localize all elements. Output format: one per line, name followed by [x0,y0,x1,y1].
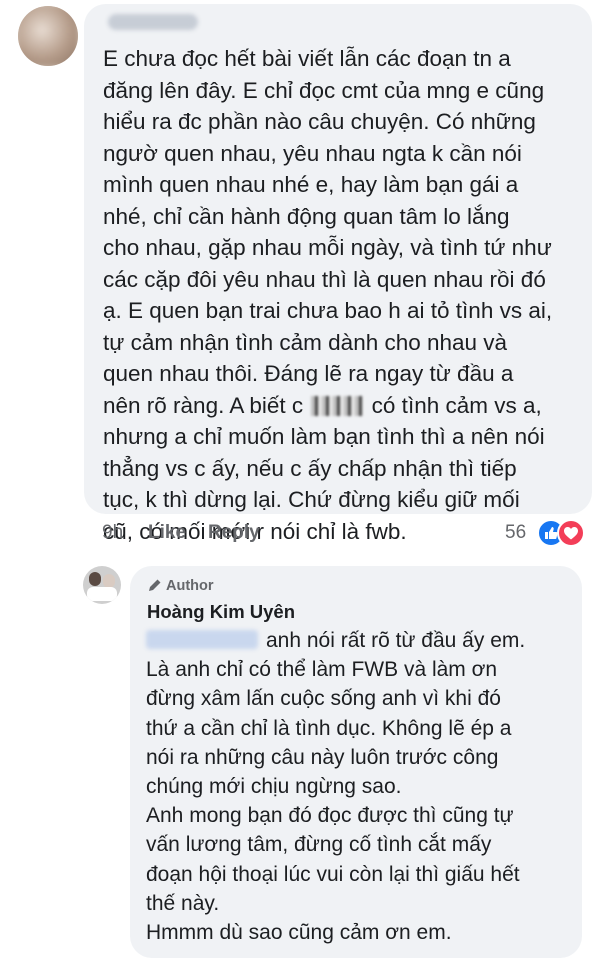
comment-line: tự cảm nhận tình cảm dành cho nhau và [103,329,508,355]
censored-name [311,395,364,416]
comment-line: hiểu ra đc phần nào câu chuyện. Có những [103,109,536,134]
reply-line: đừng xâm lấn cuộc sống anh vì khi đó [146,687,501,711]
comment-line-with-censor: nên rõ ràng. A biết c có tình cảm vs a, [103,390,588,422]
comment-line: tục, k thì dừng lại. Chứ đừng kiểu giữ m… [103,487,520,512]
reply-line: vấn lương tâm, đừng cố tình cắt mấy [146,833,492,857]
comment-line: quen nhau thôi. Đáng lẽ ra ngay từ đầu a [103,361,514,386]
reply-line-with-mention: anh nói rất rõ từ đầu ấy em. [146,626,576,655]
comment-line: cho nhau, gặp nhau mỗi ngày, và tình tứ … [103,235,552,260]
comment-line: ạ. E quen bạn trai chưa bao h ai tỏ tình… [103,298,553,323]
like-button[interactable]: Like [148,522,186,544]
comment-line: các cặp đôi yêu nhau thì là quen nhau rồ… [103,266,546,292]
author-avatar[interactable] [83,566,121,604]
comment-line: ngườ quen nhau, yêu nhau ngta k cần nói [103,140,522,166]
reply-line: chúng mới chịu ngừng sao. [146,775,402,799]
reply-line: Hmmm dù sao cũng cảm ơn em. [146,921,452,945]
author-badge: Author [148,578,214,594]
reply-line: Anh mong bạn đó đọc được thì cũng tự [146,804,514,828]
reply-line: thế này. [146,891,220,915]
reply-line: thứ a cần chỉ là tình dục. Không lẽ ép a [146,716,512,740]
comment-timestamp[interactable]: 9h [102,522,123,544]
love-reaction-icon [557,519,585,547]
author-name[interactable]: Hoàng Kim Uyên [147,601,295,623]
mention-redacted[interactable] [146,630,258,649]
reply-body: anh nói rất rõ từ đầu ấy em. Là anh chỉ … [146,626,576,947]
reply-button[interactable]: Reply [208,522,260,544]
reply-line: Là anh chỉ có thể làm FWB và làm ơn [146,658,498,682]
comment-line: nhưng a chỉ muốn làm bạn tình thì a nên … [103,424,545,449]
comment-line: E chưa đọc hết bài viết lẫn các đoạn tn … [103,46,511,71]
author-badge-label: Author [166,578,214,594]
reply-line-part: anh nói rất rõ từ đầu ấy em. [266,629,526,652]
pen-icon [149,579,161,591]
comment-line-part: có tình cảm vs a, [371,392,542,418]
commenter-name-redacted [108,14,198,30]
comment-line: nhé, chỉ cần hành động quan tâm lo lắng [103,203,510,229]
reaction-count: 56 [505,522,527,543]
reply-line: nói ra những câu này luôn trước công [146,745,499,769]
comment-line-part: nên rõ ràng. A biết c [103,392,304,418]
commenter-avatar[interactable] [18,6,78,66]
reply-line: đoạn hội thoại lúc vui còn lại thì giấu … [146,862,520,886]
comment-line: đăng lên đây. E chỉ đọc cmt của mng e cũ… [103,77,545,103]
comment-line: mình quen nhau nhé e, hay làm bạn gái a [103,172,519,197]
comment-line: thẳng vs c ấy, nếu c ấy chấp nhận thì ti… [103,455,517,481]
comment-body: E chưa đọc hết bài viết lẫn các đoạn tn … [103,43,588,547]
